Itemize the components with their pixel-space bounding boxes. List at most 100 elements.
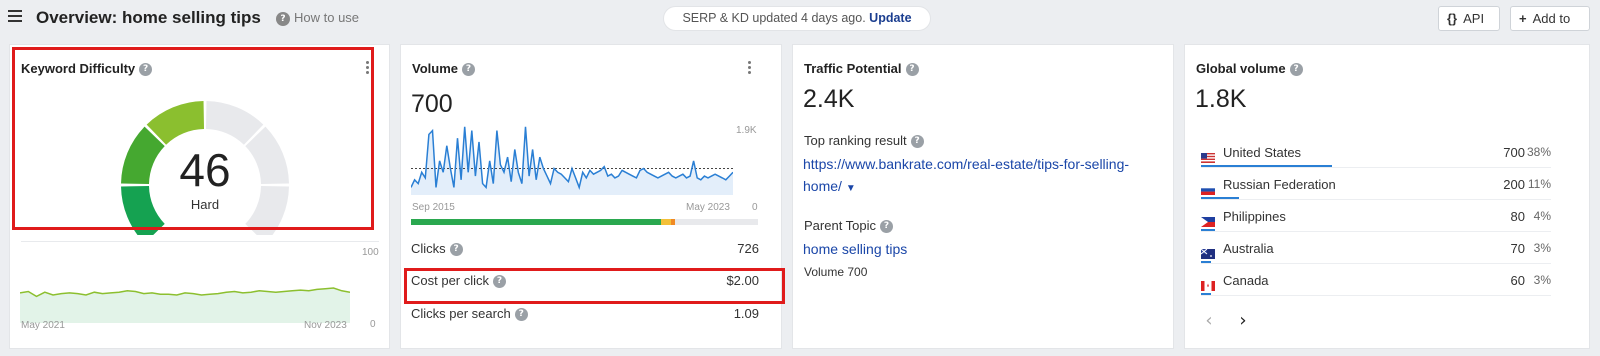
help-icon[interactable]: ? — [910, 135, 924, 149]
top-result-row: Top ranking result? — [804, 133, 924, 149]
api-button[interactable]: {} API — [1438, 6, 1500, 31]
help-icon[interactable]: ? — [449, 243, 463, 257]
braces-icon: {} — [1447, 11, 1458, 26]
highlight-box — [404, 268, 785, 304]
parent-topic-label: Parent Topic — [804, 218, 877, 233]
help-icon[interactable]: ? — [905, 63, 919, 77]
volume-value: 700 — [411, 90, 453, 118]
intent-bar-segment — [411, 219, 661, 225]
intent-bar-segment — [674, 219, 758, 225]
flag-us-icon — [1201, 150, 1215, 163]
top-result-label: Top ranking result — [804, 133, 907, 148]
highlight-box — [12, 47, 374, 230]
volume-chart-end: May 2023 — [686, 202, 730, 213]
help-icon[interactable]: ? — [1289, 63, 1303, 77]
how-to-use-link[interactable]: ? How to use — [276, 10, 359, 26]
how-to-use-label: How to use — [294, 10, 360, 25]
caret-down-icon[interactable]: ▼ — [846, 183, 856, 194]
global-title: Global volume? — [1196, 61, 1303, 77]
volume-title-text: Volume — [412, 61, 458, 76]
volume-trend-chart — [411, 126, 733, 195]
top-result-url-line2: home/ — [803, 178, 842, 194]
prev-page-arrow-icon[interactable]: ‹ — [1199, 311, 1219, 331]
next-page-arrow-icon[interactable]: › — [1233, 311, 1253, 331]
intent-bar — [411, 219, 758, 225]
help-icon[interactable]: ? — [880, 220, 894, 234]
volume-title: Volume? — [412, 61, 475, 77]
country-share-bar — [1201, 229, 1215, 231]
kd-trend-start: May 2021 — [21, 320, 65, 331]
status-text: SERP & KD updated 4 days ago. — [682, 11, 866, 25]
country-share-bar — [1201, 293, 1212, 295]
country-volume: 70 — [1510, 241, 1525, 256]
country-percent: 3% — [1533, 273, 1551, 287]
help-icon: ? — [276, 11, 290, 26]
api-label: API — [1463, 11, 1485, 26]
country-volume: 60 — [1510, 273, 1525, 288]
traffic-value: 2.4K — [803, 85, 855, 113]
cps-row: Clicks per search? — [411, 306, 528, 322]
country-row[interactable]: Canada 60 3% — [1185, 264, 1571, 296]
country-share-bar — [1201, 261, 1212, 263]
country-name: Australia — [1223, 241, 1274, 256]
country-row[interactable]: United States 700 38% — [1185, 136, 1571, 168]
traffic-title-text: Traffic Potential — [804, 61, 902, 76]
country-share-bar — [1201, 165, 1332, 167]
hamburger-menu-icon[interactable] — [8, 10, 22, 22]
global-volume-card: Global volume? 1.8K United States 700 38% R… — [1184, 44, 1590, 349]
plus-icon: + — [1519, 11, 1527, 26]
kd-trend-max: 100 — [362, 247, 379, 258]
country-volume: 700 — [1503, 145, 1525, 160]
help-icon[interactable]: ? — [462, 63, 475, 77]
traffic-title: Traffic Potential? — [804, 61, 919, 77]
volume-more-options-icon[interactable] — [748, 61, 752, 75]
kd-trend-chart — [20, 287, 350, 323]
cps-value: 1.09 — [733, 306, 759, 321]
volume-chart-start: Sep 2015 — [412, 202, 455, 213]
traffic-potential-card: Traffic Potential? 2.4K Top ranking resu… — [792, 44, 1174, 349]
top-result-link[interactable]: https://www.bankrate.com/real-estate/tip… — [803, 153, 1168, 200]
country-list: United States 700 38% Russian Federation 200… — [1185, 136, 1591, 301]
update-link[interactable]: Update — [869, 11, 911, 25]
help-icon[interactable]: ? — [514, 308, 528, 322]
country-name: Philippines — [1223, 209, 1286, 224]
country-percent: 4% — [1533, 209, 1551, 223]
country-name: Russian Federation — [1223, 177, 1336, 192]
parent-topic-link[interactable]: home selling tips — [803, 238, 907, 260]
top-result-url-line2-wrap: home/ ▼ — [803, 175, 1168, 200]
flag-ca-icon — [1201, 278, 1215, 291]
page-header: Overview: home selling tips ? How to use … — [0, 0, 1600, 36]
update-status-pill: SERP & KD updated 4 days ago. Update — [663, 6, 931, 31]
top-result-url-line1: https://www.bankrate.com/real-estate/tip… — [803, 156, 1130, 172]
clicks-label: Clicks — [411, 241, 446, 256]
clicks-row: Clicks? — [411, 241, 463, 257]
add-to-label: Add to — [1532, 11, 1571, 26]
country-name: United States — [1223, 145, 1302, 160]
flag-ph-icon — [1201, 214, 1215, 227]
country-volume: 200 — [1503, 177, 1525, 192]
add-to-button[interactable]: + Add to — [1510, 6, 1590, 31]
global-value: 1.8K — [1195, 85, 1247, 113]
divider — [21, 241, 379, 242]
country-percent: 38% — [1526, 145, 1551, 159]
flag-au-icon — [1200, 246, 1215, 259]
global-title-text: Global volume — [1196, 61, 1286, 76]
kd-trend-end: Nov 2023 — [304, 320, 347, 331]
volume-chart-min: 0 — [752, 202, 758, 213]
country-row[interactable]: Russian Federation 200 11% — [1185, 168, 1571, 200]
row-divider — [1201, 295, 1551, 296]
country-percent: 3% — [1533, 241, 1551, 255]
country-row[interactable]: Australia 70 3% — [1185, 232, 1571, 264]
parent-volume: Volume 700 — [804, 265, 868, 279]
country-row[interactable]: Philippines 80 4% — [1185, 200, 1571, 232]
intent-bar-segment — [660, 219, 672, 225]
volume-chart-max: 1.9K — [736, 125, 757, 136]
country-name: Canada — [1223, 273, 1269, 288]
page-title: Overview: home selling tips — [36, 8, 261, 27]
country-volume: 80 — [1510, 209, 1525, 224]
country-share-bar — [1201, 197, 1239, 199]
clicks-value: 726 — [737, 241, 759, 256]
country-percent: 11% — [1527, 177, 1551, 191]
parent-topic-row: Parent Topic? — [804, 218, 894, 234]
flag-ru-icon — [1201, 182, 1215, 195]
